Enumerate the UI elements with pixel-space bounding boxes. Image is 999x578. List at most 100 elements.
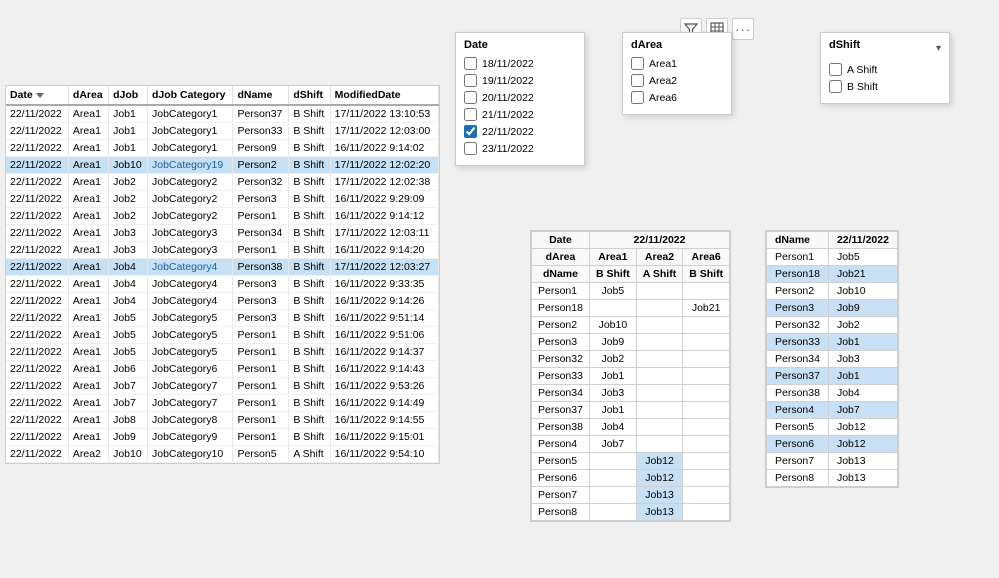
cf-shift-area1: B Shift [589, 266, 636, 283]
cf-shift-area2: A Shift [636, 266, 682, 283]
dn-row: Person34Job3 [767, 351, 898, 368]
cf-row: Person34Job3 [532, 385, 730, 402]
cf-header-row-2: dArea Area1 Area2 Area6 [532, 249, 730, 266]
dn-row: Person38Job4 [767, 385, 898, 402]
table-row: 22/11/2022Area1Job7JobCategory7Person1B … [6, 395, 439, 412]
cf-row: Person1Job5 [532, 283, 730, 300]
darea-label-1: Area2 [649, 75, 677, 87]
cf-area6: Area6 [683, 249, 730, 266]
cf-row: Person3Job9 [532, 334, 730, 351]
data-table: Date dArea dJob dJob Category dName dShi… [6, 86, 439, 463]
dn-inner-table: dName 22/11/2022 Person1Job5Person18Job2… [766, 231, 898, 487]
crossfilter-summary-table: Date 22/11/2022 dArea Area1 Area2 Area6 … [530, 230, 731, 522]
date-checkbox-5[interactable] [464, 142, 477, 155]
date-label-2: 20/11/2022 [482, 92, 534, 104]
table-row: 22/11/2022Area1Job5JobCategory5Person3B … [6, 310, 439, 327]
date-label-3: 21/11/2022 [482, 109, 534, 121]
dshift-filter-header: dShift ▾ [829, 39, 941, 57]
dn-header-row: dName 22/11/2022 [767, 232, 898, 249]
table-row: 22/11/2022Area1Job1JobCategory1Person37B… [6, 105, 439, 123]
dn-row: Person7Job13 [767, 453, 898, 470]
dn-row: Person3Job9 [767, 300, 898, 317]
cf-row: Person5Job12 [532, 453, 730, 470]
dshift-checkbox-0[interactable] [829, 63, 842, 76]
table-row: 22/11/2022Area1Job4JobCategory4Person38B… [6, 259, 439, 276]
cf-row: Person38Job4 [532, 419, 730, 436]
table-row: 22/11/2022Area1Job8JobCategory8Person1B … [6, 412, 439, 429]
date-checkbox-2[interactable] [464, 91, 477, 104]
darea-checkbox-1[interactable] [631, 74, 644, 87]
date-filter-item-5: 23/11/2022 [464, 142, 576, 155]
dn-row: Person18Job21 [767, 266, 898, 283]
cf-row: Person18Job21 [532, 300, 730, 317]
darea-filter-title: dArea [631, 39, 723, 51]
date-label-0: 18/11/2022 [482, 58, 534, 70]
cf-date-value: 22/11/2022 [589, 232, 729, 249]
dn-row: Person6Job12 [767, 436, 898, 453]
darea-checkbox-2[interactable] [631, 91, 644, 104]
cf-row: Person2Job10 [532, 317, 730, 334]
darea-filter-panel: dArea Area1 Area2 Area6 [622, 32, 732, 115]
date-checkbox-1[interactable] [464, 74, 477, 87]
cf-date-label: Date [532, 232, 590, 249]
table-row: 22/11/2022Area1Job1JobCategory1Person9B … [6, 140, 439, 157]
main-data-table: Date dArea dJob dJob Category dName dShi… [5, 85, 440, 464]
table-row: 22/11/2022Area1Job7JobCategory7Person1B … [6, 378, 439, 395]
dn-row: Person2Job10 [767, 283, 898, 300]
col-dshift[interactable]: dShift [289, 86, 330, 105]
col-date[interactable]: Date [6, 86, 68, 105]
date-filter-item-0: 18/11/2022 [464, 57, 576, 70]
table-row: 22/11/2022Area1Job5JobCategory5Person1B … [6, 344, 439, 361]
dn-row: Person32Job2 [767, 317, 898, 334]
table-row: 22/11/2022Area2Job10JobCategory10Person5… [6, 446, 439, 463]
col-darea[interactable]: dArea [68, 86, 108, 105]
cf-area-label: dArea [532, 249, 590, 266]
date-checkbox-3[interactable] [464, 108, 477, 121]
col-modified-date[interactable]: ModifiedDate [330, 86, 438, 105]
darea-checkbox-0[interactable] [631, 57, 644, 70]
darea-label-2: Area6 [649, 92, 677, 104]
dn-col-date: 22/11/2022 [828, 232, 897, 249]
col-dname[interactable]: dName [233, 86, 289, 105]
date-filter-title: Date [464, 39, 576, 51]
cf-row: Person32Job2 [532, 351, 730, 368]
table-row: 22/11/2022Area1Job2JobCategory2Person1B … [6, 208, 439, 225]
cf-header-row-1: Date 22/11/2022 [532, 232, 730, 249]
dshift-label-0: A Shift [847, 64, 877, 76]
cf-shift-area6: B Shift [683, 266, 730, 283]
dn-col-name: dName [767, 232, 829, 249]
cf-area2: Area2 [636, 249, 682, 266]
dshift-checkbox-1[interactable] [829, 80, 842, 93]
table-row: 22/11/2022Area1Job2JobCategory2Person32B… [6, 174, 439, 191]
date-filter-item-2: 20/11/2022 [464, 91, 576, 104]
darea-filter-item-1: Area2 [631, 74, 723, 87]
dshift-label-1: B Shift [847, 81, 878, 93]
date-checkbox-0[interactable] [464, 57, 477, 70]
col-djob-category[interactable]: dJob Category [148, 86, 233, 105]
date-checkbox-4[interactable] [464, 125, 477, 138]
dshift-filter-item-0: A Shift [829, 63, 941, 76]
date-filter-panel: Date 18/11/2022 19/11/2022 20/11/2022 21… [455, 32, 585, 166]
dn-row: Person1Job5 [767, 249, 898, 266]
table-row: 22/11/2022Area1Job4JobCategory4Person3B … [6, 293, 439, 310]
more-icon-btn[interactable]: ··· [732, 18, 754, 40]
dn-row: Person33Job1 [767, 334, 898, 351]
table-row: 22/11/2022Area1Job3JobCategory3Person1B … [6, 242, 439, 259]
dn-row: Person5Job12 [767, 419, 898, 436]
darea-filter-item-0: Area1 [631, 57, 723, 70]
table-body: 22/11/2022Area1Job1JobCategory1Person37B… [6, 105, 439, 463]
dshift-filter-title: dShift [829, 39, 860, 51]
table-row: 22/11/2022Area1Job2JobCategory2Person3B … [6, 191, 439, 208]
date-filter-item-4: 22/11/2022 [464, 125, 576, 138]
dn-row: Person4Job7 [767, 402, 898, 419]
cf-row: Person37Job1 [532, 402, 730, 419]
date-filter-item-3: 21/11/2022 [464, 108, 576, 121]
col-djob[interactable]: dJob [109, 86, 148, 105]
cf-row: Person8Job13 [532, 504, 730, 521]
date-label-4: 22/11/2022 [482, 126, 534, 138]
table-row: 22/11/2022Area1Job4JobCategory4Person3B … [6, 276, 439, 293]
dname-summary-table: dName 22/11/2022 Person1Job5Person18Job2… [765, 230, 899, 488]
cf-body: Person1Job5Person18Job21Person2Job10Pers… [532, 283, 730, 521]
cf-row: Person4Job7 [532, 436, 730, 453]
cf-row: Person33Job1 [532, 368, 730, 385]
